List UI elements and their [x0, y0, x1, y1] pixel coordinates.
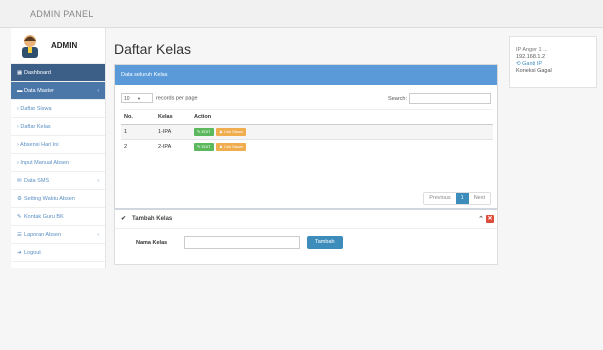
- col-action[interactable]: Action: [191, 109, 493, 125]
- chevron-left-icon: ‹: [97, 178, 99, 184]
- sidebar-item-setting[interactable]: ⚙ Setting Waktu Absen: [11, 190, 105, 208]
- tambah-kelas-box: ✔ Tambah Kelas ⌃ ✕ Nama Kelas Tambah: [114, 208, 498, 265]
- pager-page-1[interactable]: 1: [455, 193, 469, 204]
- avatar-icon: [22, 35, 38, 58]
- grid-icon: ▦: [17, 70, 23, 76]
- ip-anger-label: IP Anger 1 ...: [516, 47, 548, 53]
- sidebar-item-daftar-kelas[interactable]: › Daftar Kelas: [11, 118, 105, 136]
- close-icon[interactable]: ✕: [486, 215, 494, 223]
- tambah-button[interactable]: Tambah: [307, 236, 343, 249]
- table-row: 1 1-IPA ✎ EDIT ♟ Cek Siswa: [121, 124, 493, 140]
- cek-siswa-button[interactable]: ♟ Cek Siswa: [216, 128, 246, 136]
- search-row: Search:: [388, 93, 491, 104]
- nama-kelas-input[interactable]: [184, 236, 300, 249]
- ip-status-box: IP Anger 1 ... 192.168.1.2 ⟲ Ganti IP Ko…: [509, 36, 597, 88]
- logout-icon: ➜: [17, 250, 22, 256]
- chevron-left-icon: ‹: [97, 232, 99, 238]
- users-icon: ☰: [17, 232, 22, 238]
- cek-siswa-button[interactable]: ♟ Cek Siswa: [216, 143, 246, 152]
- cell-action: ✎ EDIT ♟ Cek Siswa: [191, 124, 493, 140]
- envelope-icon: ✉: [17, 178, 22, 184]
- top-navbar: ADMIN PANEL: [0, 0, 603, 28]
- gear-icon: ⚙: [17, 196, 22, 202]
- panel-body: 10 ▼ records per page Search: No. Kelas A…: [115, 85, 497, 205]
- user-panel: ADMIN: [11, 28, 105, 64]
- edit-button[interactable]: ✎ EDIT: [194, 143, 214, 152]
- cell-kelas: 1-IPA: [155, 124, 191, 140]
- nama-kelas-label: Nama Kelas: [136, 240, 168, 246]
- length-select[interactable]: 10 ▼: [121, 93, 153, 103]
- sidebar-item-kontak[interactable]: ✎ Kontak Guru BK: [11, 208, 105, 226]
- sidebar-item-data-master[interactable]: ▬ Data Master ‹: [11, 82, 105, 100]
- cell-no: 1: [121, 124, 155, 140]
- connection-status: Koneksi Gagal: [516, 68, 552, 74]
- records-per-page: 10 ▼ records per page: [121, 93, 198, 103]
- refresh-icon: ⟲: [516, 61, 521, 67]
- admin-name: ADMIN: [51, 41, 78, 50]
- cell-no: 2: [121, 139, 155, 155]
- chevron-left-icon: ‹: [97, 88, 99, 94]
- sidebar-item-daftar-siswa[interactable]: › Daftar Siswa: [11, 100, 105, 118]
- sidebar-item-data-sms[interactable]: ✉ Data SMS ‹: [11, 172, 105, 190]
- kelas-panel: Data seluruh Kelas 10 ▼ records per page …: [114, 64, 498, 224]
- caret-down-icon: ▼: [136, 96, 141, 101]
- folder-icon: ▬: [17, 88, 23, 94]
- tambah-box-header: ✔ Tambah Kelas ⌃ ✕: [115, 210, 497, 229]
- pagination: Previous 1 Next: [423, 192, 491, 205]
- page-title: Daftar Kelas: [114, 41, 192, 57]
- sidebar-item-absensi[interactable]: › Absensi Hari Ini: [11, 136, 105, 154]
- kelas-table: No. Kelas Action 1 1-IPA ✎ EDIT ♟ Cek Si…: [121, 109, 493, 155]
- table-row: 2 2-IPA ✎ EDIT ♟ Cek Siswa: [121, 139, 493, 155]
- ip-address: 192.168.1.2: [516, 54, 546, 60]
- sidebar-item-input-manual[interactable]: › Input Manual Absen: [11, 154, 105, 172]
- pager-previous[interactable]: Previous: [424, 193, 456, 204]
- panel-title: Data seluruh Kelas: [115, 65, 497, 85]
- sidebar-item-dashboard[interactable]: ▦ Dashboard: [11, 64, 105, 82]
- sidebar-item-laporan[interactable]: ☰ Laporan Absen ‹: [11, 226, 105, 244]
- edit-icon: ✎: [17, 214, 22, 220]
- cell-kelas: 2-IPA: [155, 139, 191, 155]
- table-header: No. Kelas Action: [121, 109, 493, 125]
- ganti-ip-link[interactable]: ⟲ Ganti IP: [510, 61, 596, 68]
- search-input[interactable]: [409, 93, 491, 104]
- pager-next[interactable]: Next: [468, 193, 490, 204]
- col-kelas[interactable]: Kelas: [155, 109, 191, 125]
- brand-title[interactable]: ADMIN PANEL: [30, 9, 94, 19]
- collapse-icon[interactable]: ⌃: [478, 210, 484, 229]
- sidebar-item-logout[interactable]: ➜ Logout: [11, 244, 105, 262]
- sidebar: ADMIN ▦ Dashboard ▬ Data Master ‹ › Daftar …: [11, 28, 106, 268]
- check-icon: ✔: [121, 216, 127, 222]
- col-no[interactable]: No.: [121, 109, 155, 125]
- edit-button[interactable]: ✎ EDIT: [194, 128, 214, 136]
- cell-action: ✎ EDIT ♟ Cek Siswa: [191, 139, 493, 155]
